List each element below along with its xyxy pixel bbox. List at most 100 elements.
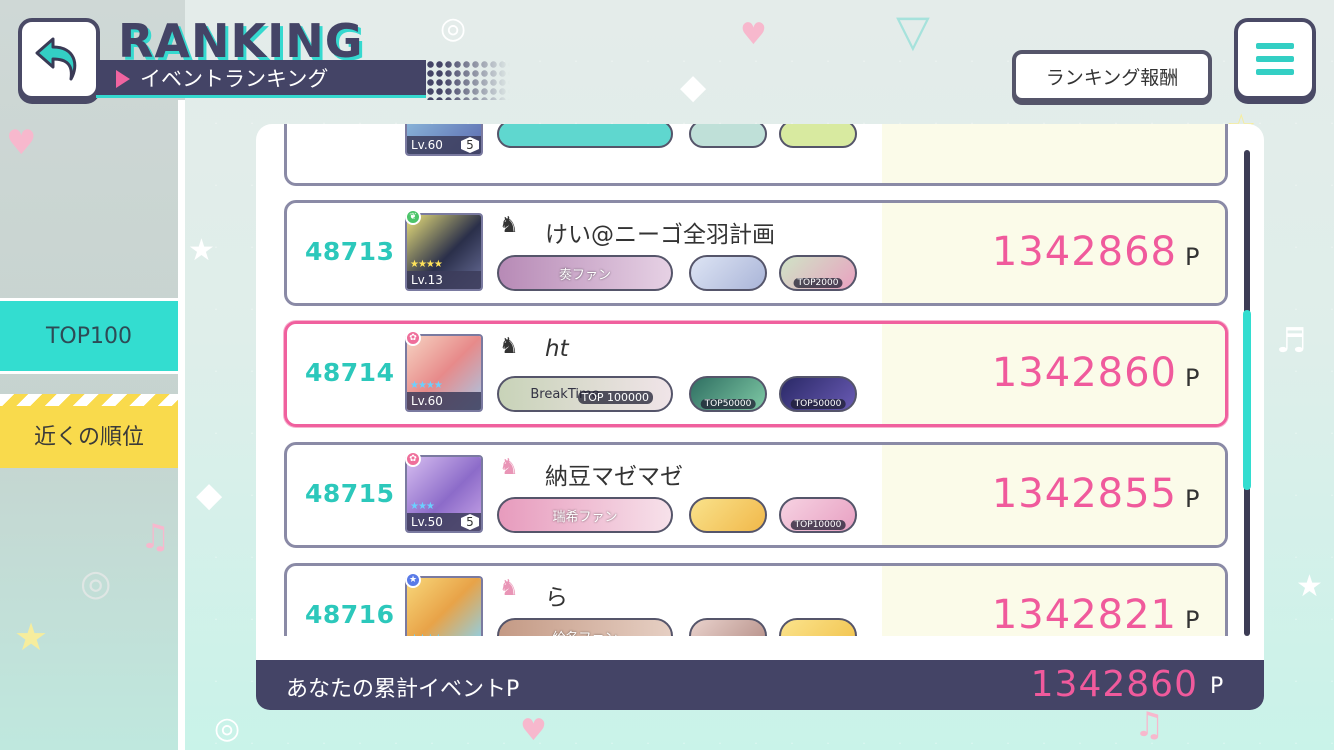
heart-icon: ♥ [520, 713, 547, 748]
music-note-icon: ♫ [1134, 705, 1165, 745]
ranking-row[interactable]: 48716 ★★★★ ★ ♞ ら 絵名ファン 1342821 P [284, 563, 1228, 636]
diamond-icon: ◆ [680, 67, 707, 107]
points-unit: P [1210, 674, 1224, 699]
player-name: ht [545, 336, 569, 362]
headphones-icon: ♬ [1276, 321, 1307, 361]
title-plate-label: 瑞希ファン [552, 509, 618, 525]
rank-number: 48715 [305, 479, 395, 508]
tab-nearby-rank-label: 近くの順位 [33, 425, 144, 450]
heart-icon: ♥ [6, 123, 37, 163]
title-plate-tag: TOP2000 [793, 278, 843, 288]
avatar-level: Lv.13 [407, 271, 481, 289]
music-note-icon: ♫ [140, 517, 171, 557]
halftone-decoration [426, 60, 510, 100]
event-points: 1342821 [991, 592, 1177, 636]
rank-number: 48713 [305, 237, 395, 266]
star-rating-icon: ★★★★ [410, 633, 443, 636]
title-plate-small [689, 124, 767, 148]
ranking-row-self[interactable]: 48714 ★★★★ Lv.60 ✿ ♞ ht BreakTime TOP 10… [284, 321, 1228, 427]
event-points: 1342855 [991, 471, 1177, 517]
leader-card-avatar: ★★★★ Lv.13 [405, 213, 483, 291]
title-plate-small [779, 124, 857, 148]
avatar-level: Lv.60 [407, 392, 481, 410]
menu-button[interactable] [1234, 18, 1316, 100]
score-area [882, 124, 1225, 183]
unit-emblem-icon: ♞ [499, 213, 519, 238]
diamond-icon: ◆ [196, 475, 223, 515]
my-total-points-bar: あなたの累計イベントP 1342860 P [256, 660, 1264, 710]
triangle-bullet-icon [116, 70, 130, 88]
points-unit: P [1185, 606, 1200, 634]
title-plate: BreakTime TOP 100000 [497, 376, 673, 412]
title-plate-small: TOP10000 [779, 497, 857, 533]
star-icon: ★ [14, 615, 49, 659]
title-plate-label: 絵名ファン [552, 627, 617, 637]
leader-card-avatar: ★★★ Lv.50 5 [405, 455, 483, 533]
title-plate [497, 124, 673, 148]
tab-nearby-rank[interactable]: 近くの順位 [0, 394, 178, 468]
title-plate-tag: TOP50000 [700, 399, 756, 409]
attribute-icon: ✿ [405, 330, 421, 346]
title-plate-small: TOP2000 [779, 255, 857, 291]
rank-number: 48716 [305, 600, 395, 629]
ranking-row[interactable]: 48715 ★★★ Lv.50 5 ✿ ♞ 納豆マゼマゼ 瑞希ファン TOP10… [284, 442, 1228, 548]
leader-card-avatar: Lv.60 5 [405, 124, 483, 156]
scrollbar-thumb[interactable] [1243, 310, 1251, 490]
player-name: けい@ニーゴ全羽計画 [545, 222, 775, 248]
sidebar-edge [178, 100, 185, 750]
title-plate-tag: TOP10000 [790, 520, 846, 530]
ranking-reward-button[interactable]: ランキング報酬 [1012, 50, 1212, 102]
menu-bar [1256, 43, 1294, 49]
title-plate-small: TOP50000 [689, 376, 767, 412]
back-arrow-icon [35, 37, 77, 81]
disc-icon: ◎ [214, 711, 241, 746]
player-name: 納豆マゼマゼ [545, 464, 683, 490]
title-plate-small [689, 255, 767, 291]
my-total-points-value: 1342860 [1030, 664, 1198, 705]
attribute-icon: ✿ [405, 451, 421, 467]
my-total-points-label: あなたの累計イベントP [286, 677, 520, 702]
title-plate-small: TOP50000 [779, 376, 857, 412]
star-rating-icon: ★★★ [410, 501, 435, 512]
disc-icon: ◎ [440, 11, 467, 46]
page-subtitle: イベントランキング [96, 60, 426, 98]
title-plate: 絵名ファン [497, 618, 673, 636]
menu-bar [1256, 56, 1294, 62]
disc-icon: ◎ [80, 563, 112, 604]
unit-emblem-icon: ♞ [499, 455, 519, 480]
rank-number: 48714 [305, 358, 395, 387]
points-unit: P [1185, 485, 1200, 513]
title-plate: 瑞希ファン [497, 497, 673, 533]
star-icon: ★ [1296, 569, 1323, 604]
heart-icon: ♥ [740, 17, 767, 52]
unit-emblem-icon: ♞ [499, 334, 519, 359]
title-plate-small [689, 618, 767, 636]
title-plate-tag: TOP50000 [790, 399, 846, 409]
title-plate-small [779, 618, 857, 636]
points-unit: P [1185, 243, 1200, 271]
triangle-icon: ▽ [896, 6, 930, 57]
ranking-row-partial[interactable]: Lv.60 5 [284, 124, 1228, 186]
title-plate-label: 奏ファン [558, 267, 611, 283]
star-icon: ★ [188, 233, 215, 268]
title-plate-small [689, 497, 767, 533]
star-rating-icon: ★★★★ [410, 259, 443, 270]
page-subtitle-label: イベントランキング [140, 66, 329, 91]
back-button[interactable] [18, 18, 100, 100]
attribute-icon: ❦ [405, 209, 421, 225]
attribute-icon: ★ [405, 572, 421, 588]
tab-top100[interactable]: TOP100 [0, 298, 178, 374]
player-name: ら [545, 585, 568, 611]
event-points: 1342868 [991, 229, 1177, 275]
unit-emblem-icon: ♞ [499, 576, 519, 601]
event-points: 1342860 [991, 350, 1177, 396]
title-plate: 奏ファン [497, 255, 673, 291]
tab-top100-label: TOP100 [45, 323, 132, 349]
leader-card-avatar: ★★★★ Lv.60 [405, 334, 483, 412]
star-rating-icon: ★★★★ [410, 380, 443, 391]
title-plate-tag: TOP 100000 [577, 391, 653, 404]
points-unit: P [1185, 364, 1200, 392]
sidebar: ♥ ♫ ◎ ★ [0, 0, 185, 750]
ranking-row[interactable]: 48713 ★★★★ Lv.13 ❦ ♞ けい@ニーゴ全羽計画 奏ファン TOP… [284, 200, 1228, 306]
menu-bar [1256, 69, 1294, 75]
